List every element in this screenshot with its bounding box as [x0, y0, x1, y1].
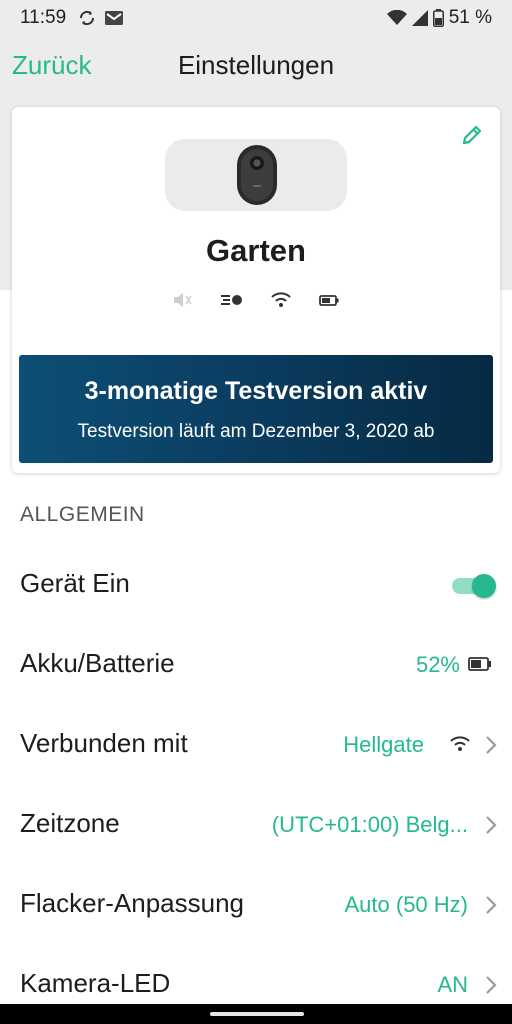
setting-label: Flacker-Anpassung	[20, 888, 244, 918]
status-bar: 11:59 51 %	[0, 0, 512, 36]
battery-icon	[319, 295, 339, 306]
device-card: Garten 3-monatige Testversion aktiv Test…	[12, 107, 500, 473]
wifi-icon	[386, 10, 407, 25]
system-navigation-bar	[0, 1004, 512, 1024]
camera-icon	[237, 145, 277, 205]
wifi-icon	[271, 292, 291, 307]
battery-icon	[432, 9, 444, 27]
camera-thumbnail	[165, 139, 347, 211]
status-notification-icons	[78, 10, 124, 26]
signal-icon	[411, 10, 428, 26]
device-status-icons	[12, 291, 500, 309]
device-name: Garten	[206, 233, 306, 268]
setting-value: AN	[437, 972, 468, 997]
chevron-right-icon	[486, 736, 497, 754]
chevron-right-icon	[486, 976, 497, 994]
setting-label: Verbunden mit	[20, 728, 188, 758]
setting-row-timezone[interactable]: Zeitzone (UTC+01:00) Belg...	[0, 784, 512, 864]
trial-subtitle: Testversion läuft am Dezember 3, 2020 ab	[77, 421, 435, 442]
setting-row-battery[interactable]: Akku/Batterie 52%	[0, 624, 512, 704]
setting-label: Akku/Batterie	[20, 648, 175, 678]
setting-label: Kamera-LED	[20, 968, 171, 998]
chevron-right-icon	[486, 896, 497, 914]
battery-icon	[468, 657, 491, 671]
trial-title: 3-monatige Testversion aktiv	[84, 377, 428, 405]
setting-value: 52%	[415, 652, 460, 677]
setting-row-flicker[interactable]: Flacker-Anpassung Auto (50 Hz)	[0, 864, 512, 944]
setting-label: Zeitzone	[20, 808, 120, 838]
status-time: 11:59	[20, 7, 67, 28]
setting-row-connected-to[interactable]: Verbunden mit Hellgate	[0, 704, 512, 784]
home-gesture-handle[interactable]	[210, 1012, 304, 1016]
setting-value: (UTC+01:00) Belg...	[271, 812, 468, 837]
setting-value: Hellgate	[343, 732, 424, 757]
navigation-bar: Zurück Einstellungen	[0, 36, 512, 96]
chevron-right-icon	[486, 816, 497, 834]
device-on-toggle[interactable]	[452, 574, 496, 598]
setting-value: Auto (50 Hz)	[344, 892, 469, 917]
gmail-icon	[105, 11, 124, 25]
wifi-icon	[450, 736, 470, 751]
speaker-muted-icon	[174, 293, 192, 307]
toggle-thumb	[472, 574, 496, 598]
motion-sensor-icon	[221, 295, 242, 305]
page-title: Einstellungen	[177, 50, 335, 80]
setting-row-device-on[interactable]: Gerät Ein	[0, 544, 512, 624]
pencil-icon[interactable]	[460, 123, 484, 147]
status-right: 51 %	[386, 7, 492, 29]
battery-percent: 51 %	[448, 7, 492, 28]
sync-icon	[80, 10, 95, 26]
trial-banner[interactable]: 3-monatige Testversion aktiv Testversion…	[19, 355, 493, 463]
setting-label: Gerät Ein	[20, 568, 130, 598]
section-heading: ALLGEMEIN	[20, 503, 145, 526]
